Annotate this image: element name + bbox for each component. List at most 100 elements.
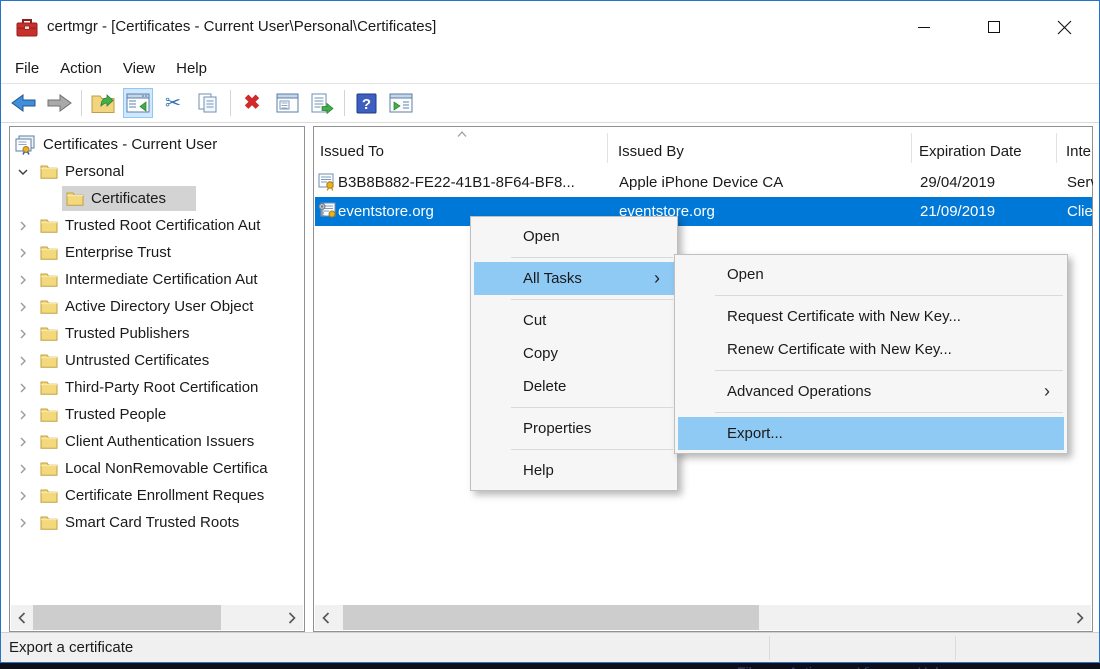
tree-item-trusted-people[interactable]: Trusted People [10, 401, 304, 428]
submenu-arrow-icon: › [1044, 375, 1050, 408]
tree-item-local-nonremovable[interactable]: Local NonRemovable Certifica [10, 455, 304, 482]
column-separator[interactable] [607, 133, 608, 163]
forward-button[interactable] [44, 88, 74, 118]
chevron-right-icon [1076, 612, 1084, 624]
scroll-right-arrow[interactable] [281, 605, 303, 630]
properties-button[interactable] [272, 88, 302, 118]
submenu-export[interactable]: Export... [678, 417, 1064, 450]
tree-item-certificates-selected[interactable]: Certificates [10, 185, 304, 212]
close-button[interactable] [1029, 1, 1099, 53]
minimize-button[interactable] [889, 1, 959, 53]
certificate-icon [318, 173, 336, 191]
tree-item-label: Trusted Publishers [65, 325, 190, 342]
scrollbar-track[interactable] [337, 605, 1069, 630]
cell-intended: Serv [1067, 168, 1093, 197]
help-question-icon: ? [356, 93, 377, 114]
up-one-level-folder-icon [91, 92, 115, 114]
status-text: Export a certificate [9, 633, 133, 663]
column-header-expiration[interactable]: Expiration Date [919, 143, 1022, 160]
tree-item-root[interactable]: Certificates - Current User [10, 131, 304, 158]
tree-item-trusted-root[interactable]: Trusted Root Certification Aut [10, 212, 304, 239]
cell-expiration: 29/04/2019 [920, 168, 1055, 197]
folder-icon [40, 434, 58, 449]
menu-separator [511, 449, 673, 450]
tree-item-enterprise-trust[interactable]: Enterprise Trust [10, 239, 304, 266]
cell-issued-to: B3B8B882-FE22-41B1-8F64-BF8... [338, 168, 606, 197]
menu-view[interactable]: View [123, 60, 155, 77]
submenu-request-certificate[interactable]: Request Certificate with New Key... [678, 300, 1064, 333]
tree-item-third-party[interactable]: Third-Party Root Certification [10, 374, 304, 401]
submenu-arrow-icon: › [654, 262, 660, 295]
show-action-pane-button[interactable] [386, 88, 416, 118]
folder-icon [40, 164, 58, 179]
tree-item-label: Certificates - Current User [43, 136, 217, 153]
scrollbar-thumb[interactable] [33, 605, 221, 630]
help-button[interactable]: ? [351, 88, 381, 118]
left-pane-horizontal-scrollbar[interactable] [11, 605, 303, 630]
context-menu-open[interactable]: Open [474, 220, 674, 253]
show-console-tree-button[interactable] [123, 88, 153, 118]
list-header: Issued To Issued By Expiration Date Inte [314, 127, 1092, 167]
maximize-button[interactable] [959, 1, 1029, 53]
tree-item-label: Enterprise Trust [65, 244, 171, 261]
tree-item-active-directory[interactable]: Active Directory User Object [10, 293, 304, 320]
context-menu-delete[interactable]: Delete [474, 370, 674, 403]
delete-button[interactable]: ✖ [237, 88, 267, 118]
folder-icon [40, 488, 58, 503]
tree-item-personal[interactable]: Personal [10, 158, 304, 185]
chevron-left-icon [18, 612, 26, 624]
tree-item-client-auth[interactable]: Client Authentication Issuers [10, 428, 304, 455]
menu-file[interactable]: File [15, 60, 39, 77]
tree-item-label: Personal [65, 163, 124, 180]
certificate-with-key-icon [318, 202, 336, 220]
context-menu-properties[interactable]: Properties [474, 412, 674, 445]
column-header-issued-to[interactable]: Issued To [320, 143, 384, 160]
copy-button[interactable] [193, 88, 223, 118]
toolbar-separator [230, 90, 231, 116]
all-tasks-submenu: Open Request Certificate with New Key...… [674, 254, 1068, 454]
tree-item-untrusted[interactable]: Untrusted Certificates [10, 347, 304, 374]
scroll-left-arrow[interactable] [315, 605, 337, 630]
column-separator[interactable] [1056, 133, 1057, 163]
right-pane-horizontal-scrollbar[interactable] [315, 605, 1091, 630]
submenu-advanced-operations[interactable]: Advanced Operations › [678, 375, 1064, 408]
tree-item-intermediate[interactable]: Intermediate Certification Aut [10, 266, 304, 293]
chevron-right-icon [16, 462, 30, 476]
tree-item-smart-card[interactable]: Smart Card Trusted Roots [10, 509, 304, 536]
cut-button[interactable]: ✂ [158, 88, 188, 118]
status-bar: Export a certificate [1, 632, 1099, 662]
sort-ascending-icon [456, 130, 468, 138]
back-button[interactable] [9, 88, 39, 118]
chevron-right-icon [16, 381, 30, 395]
minimize-icon [918, 27, 930, 28]
menu-action[interactable]: Action [60, 60, 102, 77]
column-header-intended[interactable]: Inte [1066, 143, 1091, 160]
status-bar-divider [955, 636, 956, 660]
scrollbar-track[interactable] [33, 605, 281, 630]
background-window-strip: File Action View Help [0, 663, 1100, 669]
column-header-issued-by[interactable]: Issued By [618, 143, 684, 160]
show-console-tree-icon [126, 93, 150, 113]
menu-bar: File Action View Help [1, 53, 1099, 84]
menu-help[interactable]: Help [176, 60, 207, 77]
tree-item-label: Intermediate Certification Aut [65, 271, 258, 288]
scroll-right-arrow[interactable] [1069, 605, 1091, 630]
scrollbar-thumb[interactable] [343, 605, 759, 630]
chevron-right-icon [16, 273, 30, 287]
scroll-left-arrow[interactable] [11, 605, 33, 630]
context-menu-help[interactable]: Help [474, 454, 674, 487]
column-separator[interactable] [911, 133, 912, 163]
submenu-open[interactable]: Open [678, 258, 1064, 291]
context-menu-cut[interactable]: Cut [474, 304, 674, 337]
certificate-row-apple[interactable]: B3B8B882-FE22-41B1-8F64-BF8... Apple iPh… [315, 168, 1092, 197]
tree-item-trusted-publishers[interactable]: Trusted Publishers [10, 320, 304, 347]
certificate-row-eventstore-selected[interactable]: eventstore.org eventstore.org 21/09/2019… [315, 197, 1092, 226]
context-menu-copy[interactable]: Copy [474, 337, 674, 370]
tree-item-cert-enrollment[interactable]: Certificate Enrollment Reques [10, 482, 304, 509]
chevron-right-icon [288, 612, 296, 624]
submenu-renew-certificate[interactable]: Renew Certificate with New Key... [678, 333, 1064, 366]
context-menu-all-tasks[interactable]: All Tasks › [474, 262, 674, 295]
up-one-level-button[interactable] [88, 88, 118, 118]
export-list-button[interactable] [307, 88, 337, 118]
svg-text:?: ? [361, 96, 370, 113]
